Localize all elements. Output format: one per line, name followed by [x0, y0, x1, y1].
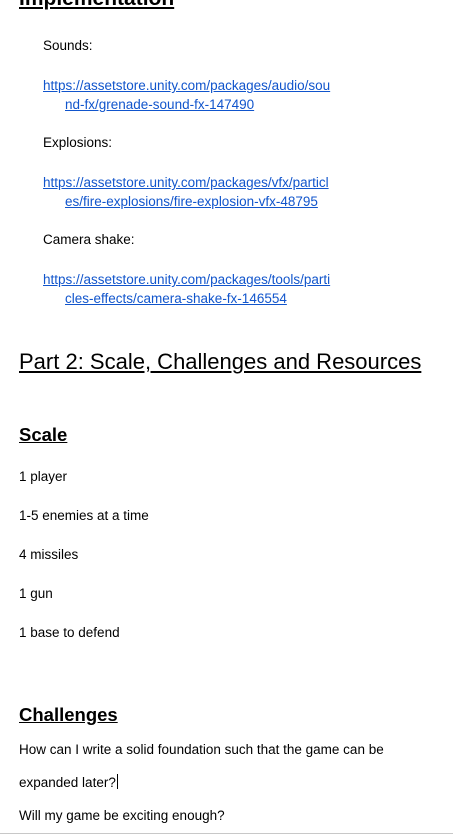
challenge-line: Will my game be exciting enough? — [19, 808, 225, 823]
camera-shake-label: Camera shake: — [43, 232, 135, 247]
challenge-line: How can I write a solid foundation such … — [19, 742, 384, 757]
sounds-label: Sounds: — [43, 38, 93, 53]
scale-item: 1 player — [19, 469, 68, 484]
challenge-line-text: expanded later? — [19, 775, 116, 790]
challenges-heading: Challenges — [19, 704, 118, 725]
sounds-link-line-1[interactable]: https://assetstore.unity.com/packages/au… — [43, 76, 373, 95]
explosions-link-line-2[interactable]: es/fire-explosions/fire-explosion-vfx-48… — [43, 192, 373, 211]
implementation-heading: Implementation — [19, 0, 174, 11]
camera-shake-link-line-2[interactable]: cles-effects/camera-shake-fx-146554 — [43, 289, 373, 308]
scale-item: 1-5 enemies at a time — [19, 508, 149, 523]
scale-item: 1 base to defend — [19, 625, 120, 640]
scale-heading: Scale — [19, 424, 68, 445]
scale-item: 1 gun — [19, 586, 53, 601]
document-page: Implementation Sounds: https://assetstor… — [0, 0, 453, 836]
explosions-link-line-1[interactable]: https://assetstore.unity.com/packages/vf… — [43, 173, 373, 192]
scale-item: 4 missiles — [19, 547, 79, 562]
sounds-link[interactable]: https://assetstore.unity.com/packages/au… — [43, 76, 373, 114]
camera-shake-link[interactable]: https://assetstore.unity.com/packages/to… — [43, 270, 373, 308]
explosions-label: Explosions: — [43, 135, 113, 150]
sounds-link-line-2[interactable]: nd-fx/grenade-sound-fx-147490 — [43, 95, 373, 114]
page-bottom-divider — [0, 833, 453, 834]
explosions-link[interactable]: https://assetstore.unity.com/packages/vf… — [43, 173, 373, 211]
text-cursor — [116, 774, 118, 789]
part-2-heading: Part 2: Scale, Challenges and Resources — [19, 349, 422, 374]
challenge-line-with-cursor[interactable]: expanded later? — [19, 774, 118, 792]
camera-shake-link-line-1[interactable]: https://assetstore.unity.com/packages/to… — [43, 270, 373, 289]
